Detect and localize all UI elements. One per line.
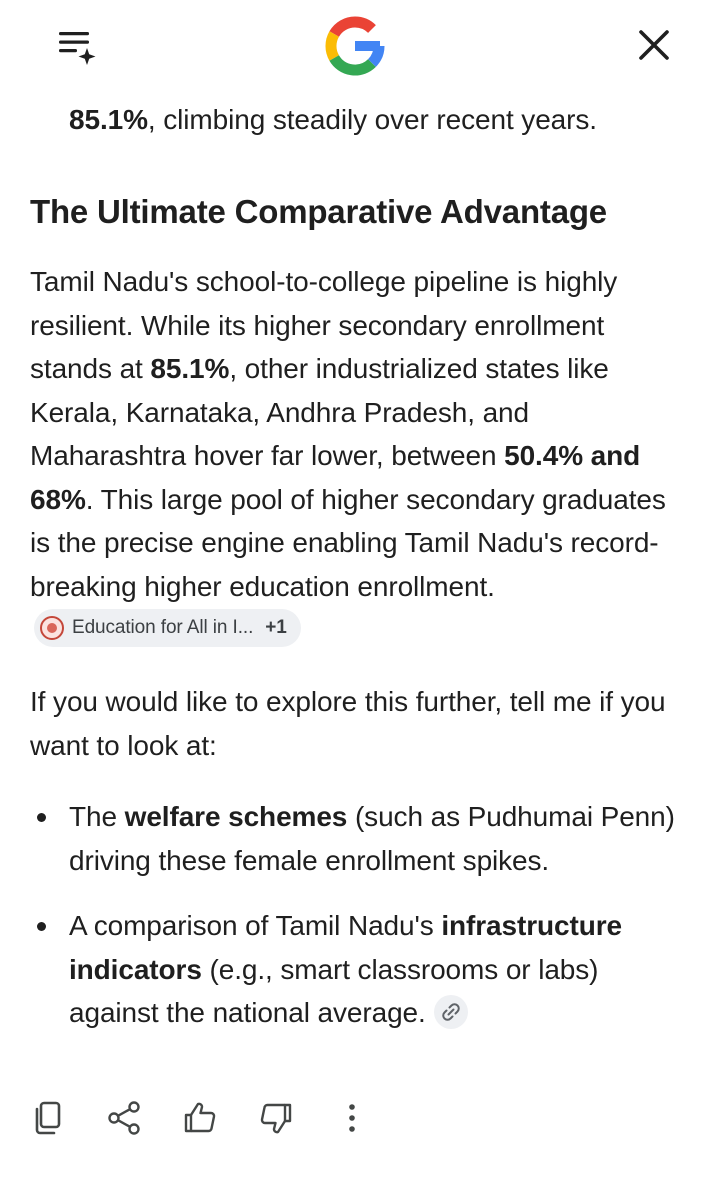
list-item: The welfare schemes (such as Pudhumai Pe… <box>30 795 680 882</box>
copy-icon[interactable] <box>22 1090 74 1146</box>
thumbs-up-icon[interactable] <box>174 1090 226 1146</box>
paragraph-comparison: Tamil Nadu's school-to-college pipeline … <box>30 260 680 652</box>
paragraph-followup: If you would like to explore this furthe… <box>30 686 666 761</box>
thumbs-down-icon[interactable] <box>250 1090 302 1146</box>
close-icon[interactable] <box>630 24 678 68</box>
list-item: A comparison of Tamil Nadu's infrastruct… <box>30 904 680 1035</box>
source-chip-more: +1 <box>265 616 287 638</box>
share-icon[interactable] <box>98 1090 150 1146</box>
bullet-icon <box>37 922 46 931</box>
google-g-logo <box>323 14 387 78</box>
section-heading: The Ultimate Comparative Advantage <box>30 193 607 230</box>
response-actions <box>0 1090 712 1150</box>
source-chip[interactable]: Education for All in I... +1 <box>34 608 301 647</box>
suggestion-list: The welfare schemes (such as Pudhumai Pe… <box>30 795 680 1057</box>
source-favicon-icon <box>40 615 64 640</box>
more-vert-icon[interactable] <box>326 1090 378 1146</box>
intro-line: 85.1%, climbing steadily over recent yea… <box>69 104 597 135</box>
top-bar <box>0 0 712 96</box>
menu-sparkle-icon[interactable] <box>56 26 100 66</box>
response-content: 85.1%, climbing steadily over recent yea… <box>30 98 680 1029</box>
link-icon[interactable] <box>433 994 468 1029</box>
source-chip-label: Education for All in I... <box>72 616 254 638</box>
bullet-icon <box>37 813 46 822</box>
